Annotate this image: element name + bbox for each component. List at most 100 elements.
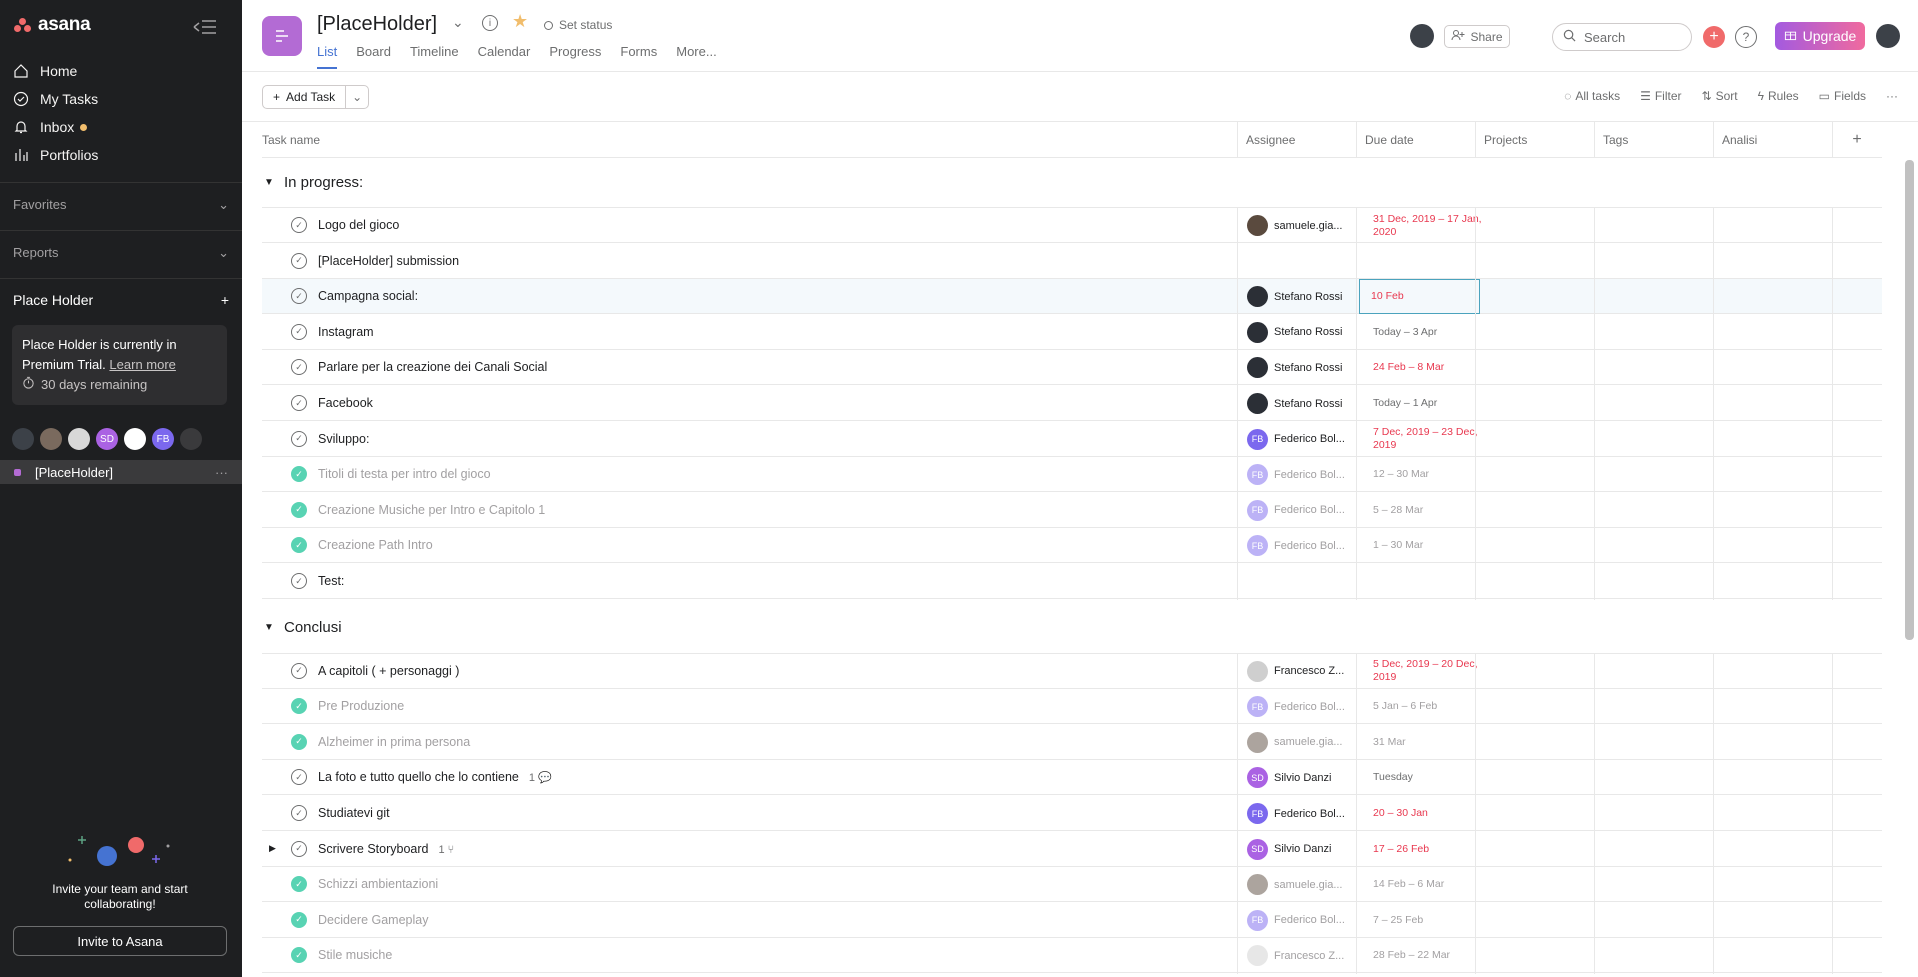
fields-button[interactable]: ▭ Fields [1819,89,1866,103]
task-due-date[interactable]: 1 – 30 Mar [1365,528,1483,563]
asana-logo[interactable]: asana [14,14,91,36]
complete-checkbox-icon[interactable]: ✓ [291,395,307,411]
task-due-date[interactable]: Today – 1 Apr [1365,386,1483,421]
sort-button[interactable]: ⇅ Sort [1702,89,1738,103]
task-name[interactable]: Decidere Gameplay [318,913,428,927]
complete-checkbox-icon[interactable]: ✓ [291,288,307,305]
task-assignee[interactable]: FB Federico Bol... [1247,803,1359,824]
task-name[interactable]: Studiatevi git [318,806,390,820]
tab-calendar[interactable]: Calendar [478,44,531,69]
task-assignee[interactable]: Stefano Rossi [1247,286,1359,308]
task-assignee[interactable]: Stefano Rossi [1247,393,1359,414]
task-due-date[interactable] [1365,564,1483,599]
star-icon[interactable]: ★ [512,11,528,32]
task-name[interactable]: [PlaceHolder] submission [318,254,459,268]
table-row[interactable]: ▶ ✓ Scrivere Storyboard 1 ⑂ SD Silvio Danzi 17… [262,832,1882,867]
reports-section[interactable]: Reports ⌄ [13,245,229,261]
task-due-date[interactable]: 12 – 30 Mar [1365,457,1483,492]
table-row[interactable]: ✓ Schizzi ambientazioni samuele.gia... 14 F… [262,867,1882,903]
task-due-date[interactable]: 10 Feb [1359,279,1480,315]
quick-add-button[interactable]: + [1703,26,1725,48]
avatar[interactable] [40,428,62,450]
table-row[interactable]: ✓ Logo del gioco samuele.gia... 31 Dec, 201… [262,208,1882,243]
help-button[interactable]: ? [1735,26,1757,48]
avatar[interactable] [124,428,146,450]
table-row[interactable]: ✓ A capitoli ( + personaggi ) Francesco Z.… [262,654,1882,689]
task-name[interactable]: Creazione Path Intro [318,538,433,552]
task-assignee[interactable]: Stefano Rossi [1247,357,1359,379]
table-row[interactable]: ✓ Parlare per la creazione dei Canali Soc… [262,350,1882,386]
task-due-date[interactable]: 24 Feb – 8 Mar [1365,350,1483,385]
table-row[interactable]: ✓ Campagna social: Stefano Rossi 10 Feb [262,279,1882,315]
add-column-button[interactable]: + [1832,122,1882,158]
invite-to-asana-button[interactable]: Invite to Asana [13,926,227,956]
task-name[interactable]: Instagram [318,325,374,339]
task-name[interactable]: Logo del gioco [318,218,399,232]
search-input[interactable]: Search [1552,23,1692,51]
page-title[interactable]: [PlaceHolder] [317,13,437,36]
filter-button[interactable]: ☰ Filter [1640,89,1681,103]
complete-checkbox-icon[interactable]: ✓ [291,911,307,928]
table-row[interactable]: ✓ Sviluppo: FB Federico Bol... 7 Dec, 2019 –… [262,422,1882,457]
task-assignee[interactable]: FB Federico Bol... [1247,499,1359,521]
task-assignee[interactable]: FB Federico Bol... [1247,696,1359,718]
task-due-date[interactable]: 31 Dec, 2019 – 17 Jan, 2020 [1365,208,1483,243]
column-projects[interactable]: Projects [1475,122,1594,158]
section-header[interactable]: ▼ In progress: [262,168,363,196]
table-row[interactable]: ✓ Decidere Gameplay FB Federico Bol... 7 – 2… [262,903,1882,938]
set-status-button[interactable]: Set status [544,18,612,32]
task-due-date[interactable]: Tuesday [1365,760,1483,795]
task-assignee[interactable]: samuele.gia... [1247,731,1359,753]
task-name[interactable]: Parlare per la creazione dei Canali Soci… [318,360,547,374]
complete-checkbox-icon[interactable]: ✓ [291,733,307,750]
table-row[interactable]: ✓ Pre Produzione FB Federico Bol... 5 Jan – … [262,689,1882,725]
task-name[interactable]: Schizzi ambientazioni [318,877,438,891]
avatar[interactable] [180,428,202,450]
task-due-date[interactable] [1365,244,1483,279]
task-name[interactable]: Pre Produzione [318,699,404,713]
task-name[interactable]: Titoli di testa per intro del gioco [318,467,491,481]
avatar[interactable] [1410,24,1434,48]
tab-list[interactable]: List [317,44,338,69]
task-due-date[interactable]: 31 Mar [1365,725,1483,760]
task-due-date[interactable]: 7 – 25 Feb [1365,903,1483,938]
task-name[interactable]: La foto e tutto quello che lo contiene 1 … [318,770,552,784]
task-due-date[interactable]: 7 Dec, 2019 – 23 Dec, 2019 [1365,422,1483,457]
table-row[interactable]: ✓ Instagram Stefano Rossi Today – 3 Apr [262,315,1882,350]
table-row[interactable]: ✓ Creazione Musiche per Intro e Capitolo … [262,493,1882,528]
collapse-triangle-icon[interactable]: ▼ [264,177,284,188]
task-assignee[interactable]: FB Federico Bol... [1247,464,1359,486]
complete-checkbox-icon[interactable]: ✓ [291,501,307,518]
complete-checkbox-icon[interactable]: ✓ [291,947,307,964]
user-avatar[interactable] [1876,24,1900,48]
collapse-triangle-icon[interactable]: ▼ [264,622,284,633]
task-assignee[interactable]: FB Federico Bol... [1247,535,1359,557]
task-due-date[interactable]: 28 Feb – 22 Mar [1365,938,1483,973]
avatar[interactable] [68,428,90,450]
scrollbar[interactable] [1905,160,1914,640]
avatar[interactable]: FB [152,428,174,450]
nav-home[interactable]: Home [12,59,77,83]
task-assignee[interactable]: SD Silvio Danzi [1247,767,1359,789]
complete-checkbox-icon[interactable]: ✓ [291,662,307,679]
task-name[interactable]: Campagna social: [318,289,418,303]
expand-subtasks-icon[interactable]: ▶ [269,843,276,854]
project-more-icon[interactable]: ··· [215,465,228,480]
nav-portfolios[interactable]: Portfolios [12,143,98,167]
complete-checkbox-icon[interactable]: ✓ [291,537,307,554]
complete-checkbox-icon[interactable]: ✓ [291,430,307,447]
task-name[interactable]: Alzheimer in prima persona [318,735,470,749]
team-header[interactable]: Place Holder + [13,292,229,308]
task-due-date[interactable]: 14 Feb – 6 Mar [1365,867,1483,902]
table-row[interactable]: ✓ La foto e tutto quello che lo contiene 1… [262,760,1882,796]
project-list-icon[interactable] [262,16,302,56]
add-project-icon[interactable]: + [221,292,229,308]
complete-checkbox-icon[interactable]: ✓ [291,840,307,857]
rules-button[interactable]: ϟ Rules [1758,89,1799,103]
table-row[interactable]: ✓ [PlaceHolder] submission [262,244,1882,279]
table-row[interactable]: ✓ Titoli di testa per intro del gioco FB Fe… [262,457,1882,493]
share-button[interactable]: Share [1444,25,1510,48]
task-due-date[interactable]: 20 – 30 Jan [1365,796,1483,831]
task-name[interactable]: Scrivere Storyboard 1 ⑂ [318,842,454,856]
info-icon[interactable]: i [482,15,498,31]
